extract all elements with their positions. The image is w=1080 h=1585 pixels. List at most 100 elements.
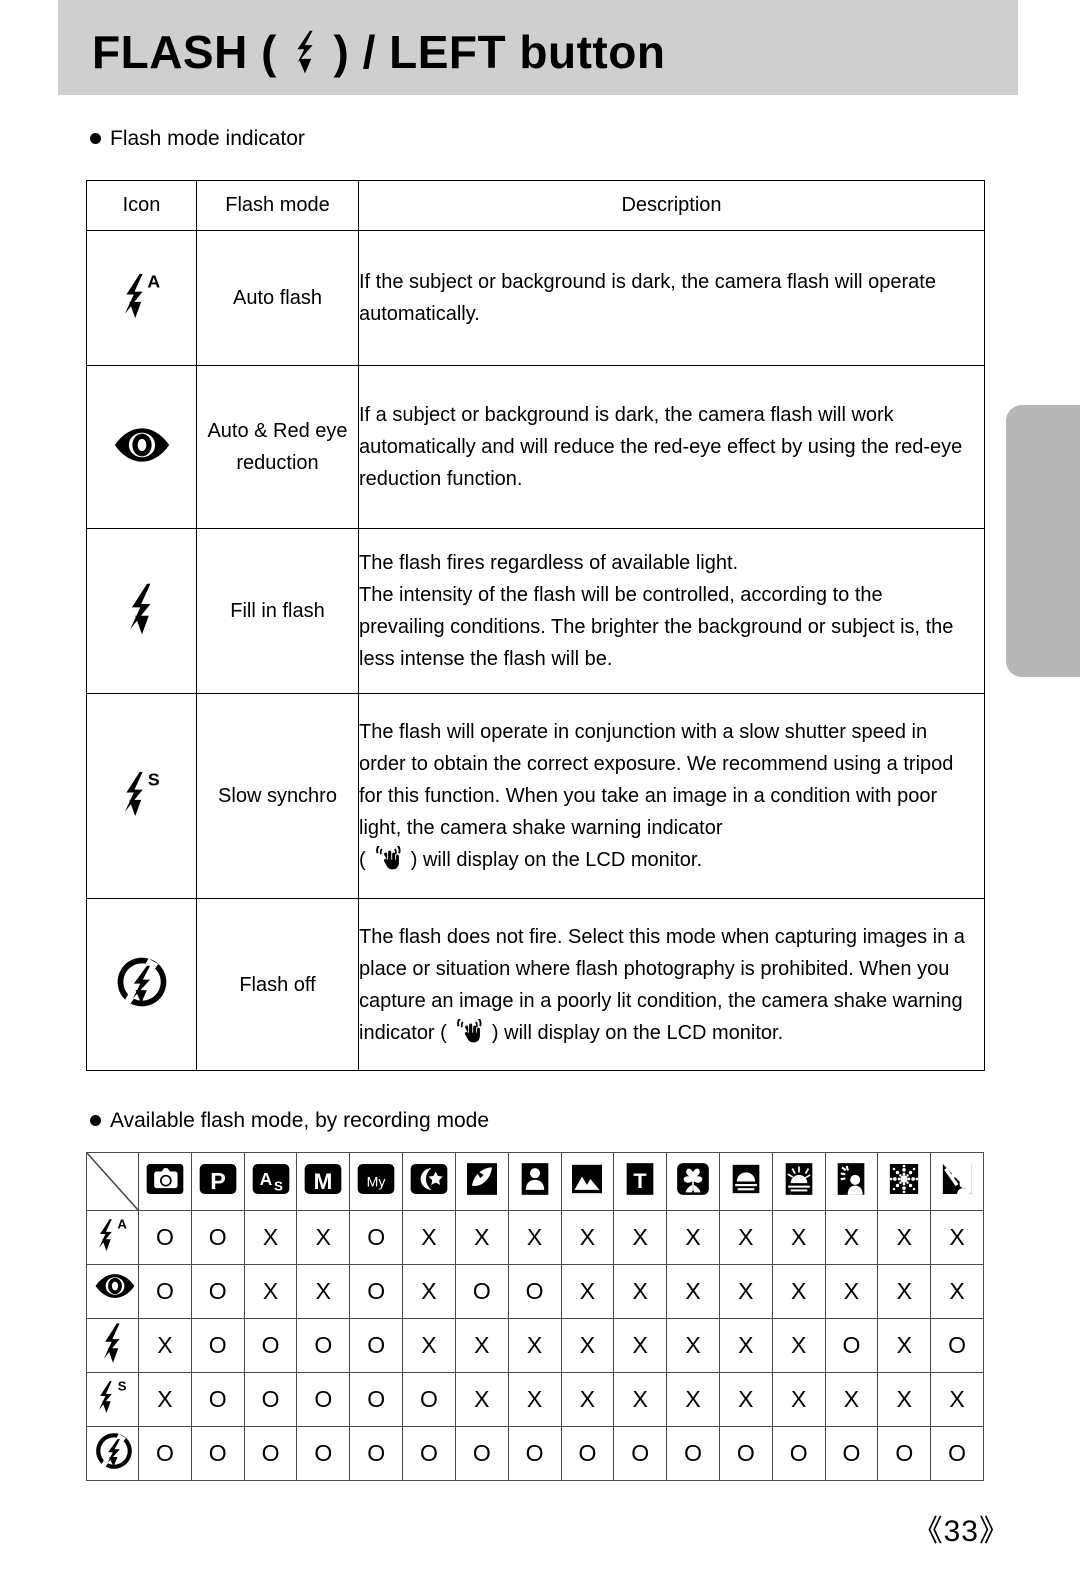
description-line: reduction function. bbox=[359, 468, 523, 490]
matrix-cell: O bbox=[190, 1426, 245, 1481]
matrix-cell: X bbox=[454, 1318, 509, 1373]
matrix-cell: X bbox=[560, 1210, 615, 1265]
matrix-cell: X bbox=[666, 1210, 720, 1265]
matrix-cell: X bbox=[454, 1372, 509, 1427]
flash-mode-name: Auto flash bbox=[196, 230, 359, 366]
matrix-cell: O bbox=[402, 1372, 456, 1427]
column-header-icon: Icon bbox=[86, 180, 197, 231]
matrix-cell: X bbox=[613, 1264, 668, 1319]
matrix-cell: O bbox=[138, 1426, 192, 1481]
column-header-children-scene-icon bbox=[507, 1152, 562, 1211]
matrix-cell: X bbox=[138, 1372, 192, 1427]
matrix-row: AOOXXOXXXXXXXXXXX bbox=[86, 1210, 984, 1265]
matrix-cell: O bbox=[349, 1210, 404, 1265]
svg-text:A: A bbox=[117, 1216, 127, 1231]
flash-auto-icon: A bbox=[119, 269, 165, 323]
mode-label-line: Flash off bbox=[239, 973, 316, 996]
column-header-dawn-scene-icon bbox=[771, 1152, 826, 1211]
matrix-cell: O bbox=[138, 1210, 192, 1265]
availability-matrix-table: AOOXXOXXXXXXXXXXXOOXXOXOOXXXXXXXXXOOOOXX… bbox=[86, 1152, 984, 1481]
flash-slow-synchro-icon: S bbox=[119, 767, 165, 821]
matrix-cell: X bbox=[771, 1264, 826, 1319]
matrix-cell: O bbox=[349, 1318, 404, 1373]
matrix-row: XOOOOXXXXXXXXOXO bbox=[86, 1318, 984, 1373]
matrix-cell: X bbox=[243, 1210, 298, 1265]
column-header-sunset-scene-icon bbox=[718, 1152, 773, 1211]
description-line: The intensity of the flash will be contr… bbox=[359, 584, 883, 606]
dawn-scene-icon bbox=[779, 1158, 819, 1200]
text-scene-icon bbox=[620, 1158, 660, 1200]
matrix-cell: X bbox=[613, 1210, 668, 1265]
red-eye-icon bbox=[95, 1272, 131, 1312]
flash-mode-description: If a subject or background is dark, the … bbox=[358, 365, 985, 529]
description-line: If a subject or background is dark, the … bbox=[359, 404, 894, 426]
matrix-cell: O bbox=[824, 1426, 879, 1481]
matrix-cell: X bbox=[243, 1264, 298, 1319]
matrix-cell: O bbox=[930, 1426, 984, 1481]
matrix-cell: X bbox=[666, 1372, 720, 1427]
matrix-cell: X bbox=[507, 1210, 562, 1265]
matrix-cell: O bbox=[454, 1264, 509, 1319]
heading-flash-mode-indicator-label: Flash mode indicator bbox=[110, 127, 305, 150]
matrix-cell: X bbox=[877, 1210, 932, 1265]
matrix-cell: O bbox=[718, 1426, 773, 1481]
description-line: for this function. When you take an imag… bbox=[359, 785, 938, 807]
flash-off-icon bbox=[116, 956, 168, 1008]
flash-mode-name: Flash off bbox=[196, 898, 359, 1071]
matrix-cell: X bbox=[771, 1372, 826, 1427]
description-line-prefix: indicator ( bbox=[359, 1021, 453, 1044]
description-line: automatically and will reduce the red-ey… bbox=[359, 436, 963, 458]
matrix-cell: X bbox=[824, 1372, 879, 1427]
table-row: Flash off The flash does not fire. Selec… bbox=[86, 898, 985, 1071]
fireworks-scene-icon bbox=[884, 1158, 924, 1200]
svg-text:A: A bbox=[147, 271, 160, 291]
matrix-cell: X bbox=[718, 1264, 773, 1319]
backlight-scene-icon bbox=[831, 1158, 871, 1200]
flash-mode-description: The flash fires regardless of available … bbox=[358, 528, 985, 694]
column-header-program-mode-icon bbox=[190, 1152, 245, 1211]
matrix-cell: X bbox=[930, 1210, 984, 1265]
night-scene-icon bbox=[409, 1158, 449, 1200]
flash-fill-icon-cell bbox=[86, 528, 197, 694]
matrix-cell: X bbox=[402, 1264, 456, 1319]
column-header-auto-mode-icon bbox=[138, 1152, 192, 1211]
column-header-beach-snow-scene-icon bbox=[930, 1152, 984, 1211]
heading-flash-mode-indicator: Flash mode indicator bbox=[90, 126, 305, 152]
matrix-cell: X bbox=[560, 1372, 615, 1427]
matrix-cell: O bbox=[877, 1426, 932, 1481]
matrix-cell: X bbox=[877, 1318, 932, 1373]
flash-mode-name: Fill in flash bbox=[196, 528, 359, 694]
matrix-cell: O bbox=[824, 1318, 879, 1373]
svg-text:S: S bbox=[117, 1378, 126, 1393]
matrix-cell: X bbox=[771, 1210, 826, 1265]
matrix-corner-cell bbox=[86, 1152, 139, 1211]
matrix-cell: X bbox=[771, 1318, 826, 1373]
flash-fill-icon-cell bbox=[86, 1318, 139, 1373]
manual-page: FLASH ( ) / LEFT button Flash mode indic… bbox=[0, 0, 1080, 1585]
matrix-body: AOOXXOXXXXXXXXXXXOOXXOXOOXXXXXXXXXOOOOXX… bbox=[86, 1210, 984, 1481]
children-scene-icon bbox=[515, 1158, 555, 1200]
flash-auto-icon: A bbox=[95, 1214, 131, 1254]
flash-mode-description: The flash will operate in conjunction wi… bbox=[358, 693, 985, 899]
description-line-suffix: ) will display on the LCD monitor. bbox=[486, 1021, 784, 1044]
description-line: less intense the flash will be. bbox=[359, 648, 613, 670]
description-line: The flash does not fire. Select this mod… bbox=[359, 925, 965, 948]
description-line: If the subject or background is dark, th… bbox=[359, 271, 936, 293]
mode-label-line: Red eye bbox=[273, 420, 348, 442]
mode-label-line: Slow synchro bbox=[218, 785, 337, 807]
aperture-shutter-priority-icon bbox=[251, 1158, 291, 1200]
description-line-with-icon: ( ) will display on the LCD monitor. bbox=[359, 844, 984, 876]
flash-mode-name: Auto & Red eye reduction bbox=[196, 365, 359, 529]
red-eye-icon-cell bbox=[86, 365, 197, 529]
description-line: The flash will operate in conjunction wi… bbox=[359, 721, 928, 743]
matrix-cell: X bbox=[613, 1372, 668, 1427]
matrix-cell: X bbox=[718, 1318, 773, 1373]
matrix-cell: O bbox=[507, 1426, 562, 1481]
mode-label-line: reduction bbox=[236, 452, 319, 474]
flash-slow-synchro-icon-cell: S bbox=[86, 693, 197, 899]
flash-mode-description: The flash does not fire. Select this mod… bbox=[358, 898, 985, 1071]
description-line-with-icon: indicator ( ) will display on the LCD mo… bbox=[359, 1017, 984, 1049]
column-header-portrait-scene-icon bbox=[454, 1152, 509, 1211]
matrix-cell: X bbox=[402, 1210, 456, 1265]
page-title-prefix: FLASH ( bbox=[92, 26, 277, 78]
